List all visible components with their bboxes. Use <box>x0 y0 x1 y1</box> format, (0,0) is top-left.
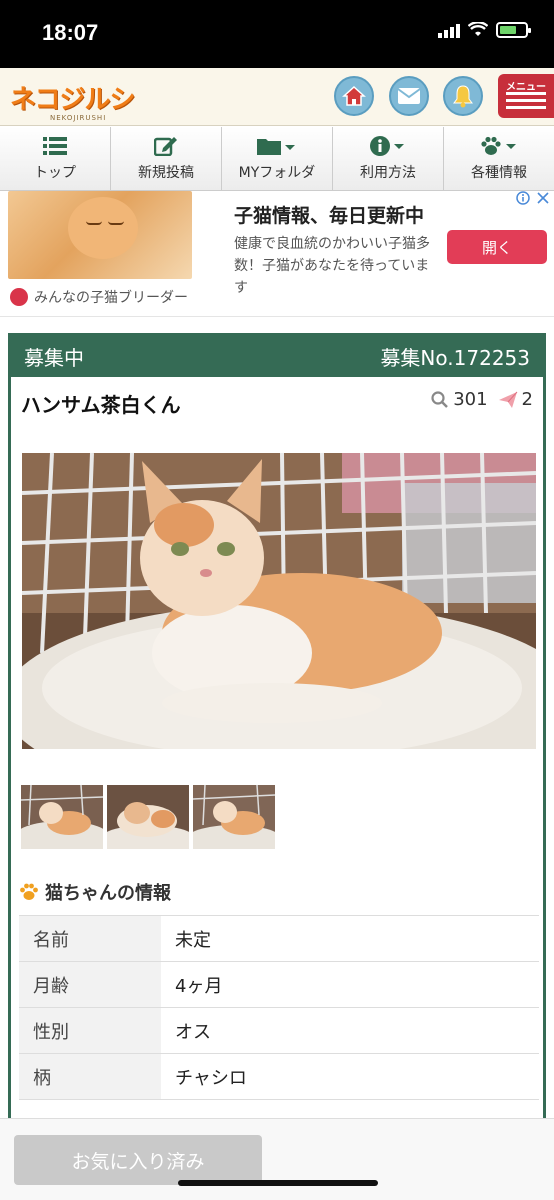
section-title-text: 猫ちゃんの情報 <box>45 883 171 904</box>
wifi-icon <box>468 22 488 36</box>
ad-info-icon[interactable] <box>516 191 550 205</box>
photo-thumbnails <box>21 785 275 849</box>
thumbnail-1[interactable] <box>21 785 103 849</box>
ad-open-button[interactable]: 開く <box>447 230 547 264</box>
favorite-button[interactable]: お気に入り済み <box>14 1135 262 1185</box>
table-row: 月齢 4ヶ月 <box>19 961 539 1008</box>
nav-item-info[interactable]: 各種情報 <box>444 127 554 190</box>
cat-info-table: 名前 未定 月齢 4ヶ月 性別 オス 柄 チャシロ <box>19 915 539 1100</box>
menu-button[interactable]: メニュー <box>498 74 554 118</box>
ad-banner[interactable]: みんなの子猫ブリーダー 子猫情報、毎日更新中 健康で良血統のかわいい子猫多数！子… <box>0 191 554 317</box>
nav-item-my-folder[interactable]: MYフォルダ <box>222 127 333 190</box>
info-value: 未定 <box>161 915 539 962</box>
ad-title: 子猫情報、毎日更新中 <box>234 205 425 227</box>
nav-item-top[interactable]: トップ <box>0 127 111 190</box>
nav-label: 各種情報 <box>471 164 527 181</box>
send-icon <box>498 391 517 408</box>
bell-icon <box>453 85 473 108</box>
info-value: 4ヶ月 <box>161 961 539 1008</box>
table-row: 名前 未定 <box>19 915 539 962</box>
search-icon <box>431 390 449 408</box>
ad-kitten-image <box>8 191 192 279</box>
table-row: 性別 オス <box>19 1007 539 1054</box>
ad-brand: みんなの子猫ブリーダー <box>10 287 188 307</box>
status-time: 18:07 <box>42 20 99 45</box>
listing-status: 募集中 <box>24 346 84 370</box>
message-count: 2 <box>521 389 533 410</box>
nav-item-how-to-use[interactable]: 利用方法 <box>333 127 444 190</box>
site-header: ネコジルシ NEKOJIRUSHI メニュー <box>0 68 554 126</box>
mail-button[interactable] <box>389 76 429 116</box>
signal-icon <box>438 22 460 38</box>
home-icon <box>342 85 366 106</box>
info-label: 性別 <box>19 1007 161 1054</box>
status-bar: 18:07 <box>0 0 554 68</box>
ad-brand-name: みんなの子猫ブリーダー <box>34 290 188 306</box>
hamburger-icon <box>506 92 546 113</box>
cat-name: ハンサム茶白くん <box>21 393 181 417</box>
home-indicator <box>178 1180 378 1186</box>
info-label: 柄 <box>19 1053 161 1100</box>
bottom-action-bar: お気に入り済み <box>0 1118 554 1200</box>
listing-header: 募集中 募集No.172253 <box>8 333 546 377</box>
info-icon <box>370 135 406 156</box>
logo-subtext: NEKOJIRUSHI <box>50 114 107 122</box>
notification-button[interactable] <box>443 76 483 116</box>
site-logo[interactable]: ネコジルシ NEKOJIRUSHI <box>10 78 135 123</box>
nav-label: 利用方法 <box>360 164 416 181</box>
info-value: オス <box>161 1007 539 1054</box>
logo-text: ネコジルシ <box>10 84 135 115</box>
edit-icon <box>154 136 178 156</box>
nav-label: MYフォルダ <box>238 164 316 181</box>
battery-icon <box>496 22 531 38</box>
cat-info-heading: 猫ちゃんの情報 <box>19 879 171 905</box>
mail-icon <box>397 88 421 104</box>
thumbnail-3[interactable] <box>193 785 275 849</box>
listing-card: 募集中 募集No.172253 ハンサム茶白くん 301 2 猫ちゃんの情報 名… <box>8 333 546 1133</box>
paw-icon <box>480 136 518 156</box>
brand-logo-icon <box>10 288 28 306</box>
folder-icon <box>257 136 297 156</box>
listing-stats: 301 2 <box>431 389 533 410</box>
table-row: 柄 チャシロ <box>19 1053 539 1100</box>
menu-label: メニュー <box>506 82 546 93</box>
thumbnail-2[interactable] <box>107 785 189 849</box>
info-value: チャシロ <box>161 1053 539 1100</box>
info-label: 月齢 <box>19 961 161 1008</box>
home-button[interactable] <box>334 76 374 116</box>
listing-number: 募集No.172253 <box>380 346 530 370</box>
nav-label: トップ <box>34 164 76 181</box>
info-label: 名前 <box>19 915 161 962</box>
nav-label: 新規投稿 <box>138 164 194 181</box>
ad-description: 健康で良血統のかわいい子猫多数！子猫があなたを待っています <box>234 236 430 296</box>
main-cat-photo[interactable] <box>22 453 536 749</box>
list-icon <box>43 136 67 156</box>
view-count: 301 <box>453 389 488 410</box>
nav-item-new-post[interactable]: 新規投稿 <box>111 127 222 190</box>
main-nav: トップ 新規投稿 MYフォルダ 利用方法 各種情報 <box>0 127 554 191</box>
status-icons <box>438 22 531 38</box>
paw-icon <box>20 883 38 900</box>
